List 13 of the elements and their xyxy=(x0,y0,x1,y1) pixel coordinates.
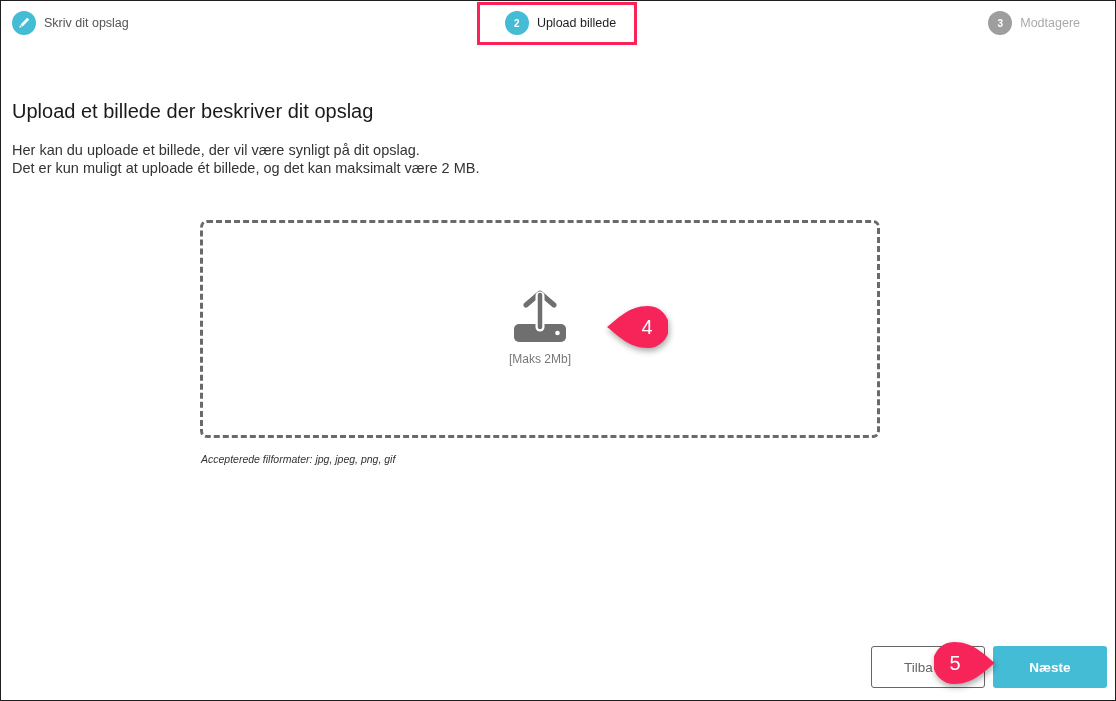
callout-tooltip: 4 xyxy=(606,305,668,349)
upload-dropzone[interactable]: [Maks 2Mb] 4 xyxy=(200,220,880,438)
size-limit-text: [Maks 2Mb] xyxy=(509,352,571,366)
upload-icon xyxy=(514,290,566,342)
step-number: 3 xyxy=(988,11,1013,35)
callout-tooltip: 5 xyxy=(934,641,996,685)
description-text: Det er kun muligt at uploade ét billede, og det kan maksimalt være 2 MB. xyxy=(12,159,481,177)
description-text: Her kan du uploade et billede, der vil være synligt på dit opslag. xyxy=(12,141,421,159)
step-number: 2 xyxy=(504,11,529,35)
step-label[interactable]: Upload billede xyxy=(536,16,617,30)
page-heading: Upload et billede der beskriver dit opslag xyxy=(12,99,375,123)
step-label[interactable]: Skriv dit opslag xyxy=(44,16,129,30)
accepted-formats-text: Accepterede filformater: jpg, jpeg, png, gif xyxy=(201,453,398,465)
